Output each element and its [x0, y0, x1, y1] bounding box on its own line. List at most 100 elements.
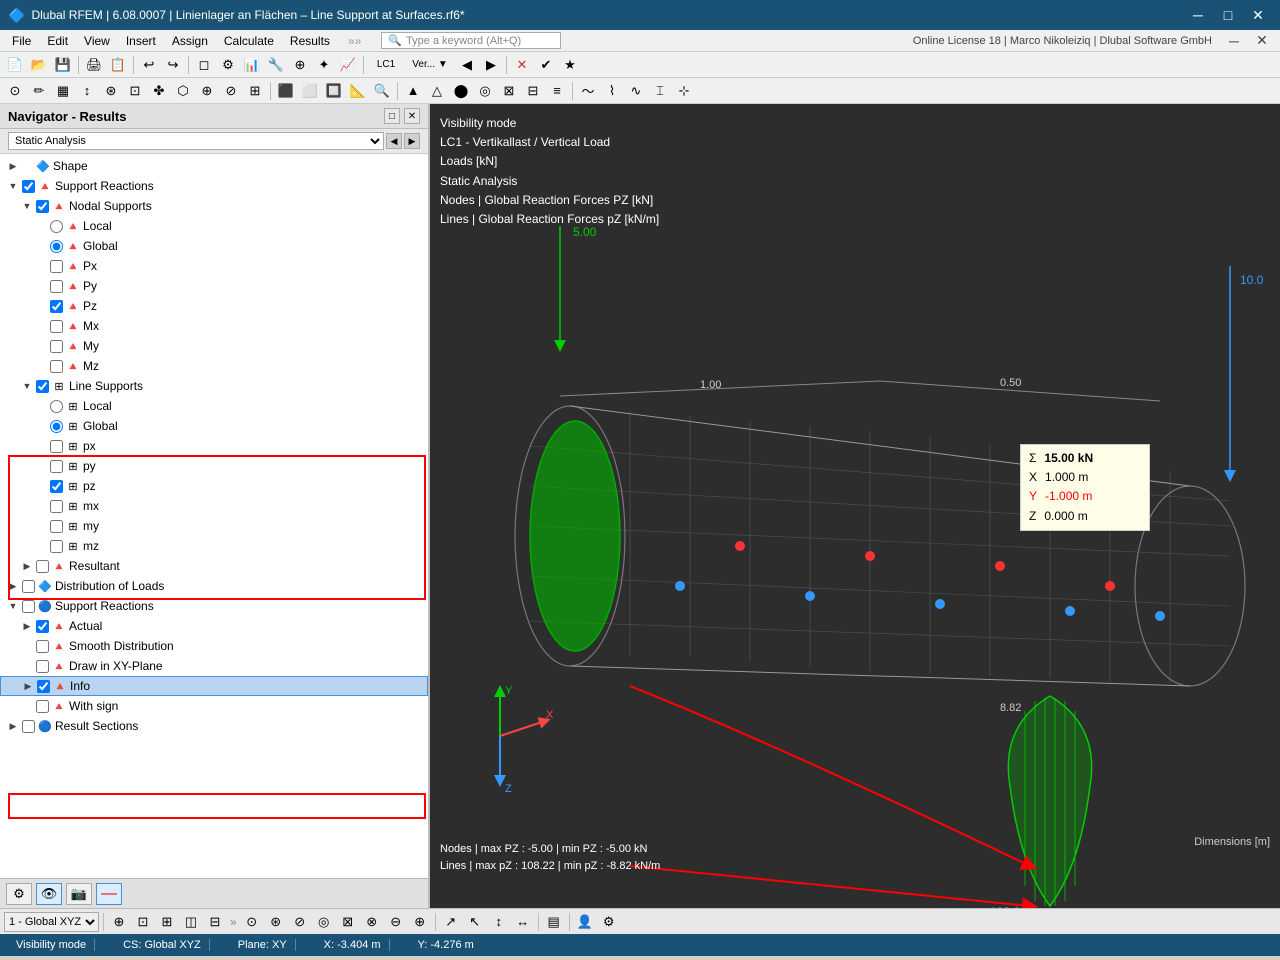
- tree-checkbox-27[interactable]: [36, 700, 49, 713]
- tree-radio-12[interactable]: [50, 400, 63, 413]
- btb9[interactable]: ◎: [313, 911, 335, 933]
- btb13[interactable]: ⊕: [409, 911, 431, 933]
- tree-item-22[interactable]: ▼🔵Support Reactions: [0, 596, 428, 616]
- wave5[interactable]: ⊹: [673, 80, 695, 102]
- tree-checkbox-21[interactable]: [22, 580, 35, 593]
- disp4[interactable]: ◎: [474, 80, 496, 102]
- disp5[interactable]: ⊠: [498, 80, 520, 102]
- snap4[interactable]: ↕: [76, 80, 98, 102]
- btb15[interactable]: ↖: [464, 911, 486, 933]
- snap1[interactable]: ⊙: [4, 80, 26, 102]
- tree-item-15[interactable]: ⊞py: [0, 456, 428, 476]
- view3[interactable]: 🔲: [323, 80, 345, 102]
- tree-checkbox-5[interactable]: [50, 260, 63, 273]
- btb3[interactable]: ⊞: [156, 911, 178, 933]
- nav-btn-eye[interactable]: 👁: [36, 883, 62, 905]
- nav-filter-select[interactable]: Static Analysis: [8, 132, 384, 150]
- snap6[interactable]: ⊡: [124, 80, 146, 102]
- tool1[interactable]: ◻: [193, 54, 215, 76]
- tree-checkbox-17[interactable]: [50, 500, 63, 513]
- btb10[interactable]: ⊠: [337, 911, 359, 933]
- tool5[interactable]: ⊕: [289, 54, 311, 76]
- snap9[interactable]: ⊕: [196, 80, 218, 102]
- disp6[interactable]: ⊟: [522, 80, 544, 102]
- view2[interactable]: ⬜: [299, 80, 321, 102]
- tree-expand-26[interactable]: ▶: [21, 679, 35, 693]
- tree-item-6[interactable]: 🔺Py: [0, 276, 428, 296]
- coord-select[interactable]: 1 - Global XYZ: [4, 912, 99, 932]
- tree-item-0[interactable]: ▶🔷Shape: [0, 156, 428, 176]
- disp1[interactable]: ▲: [402, 80, 424, 102]
- view1[interactable]: ⬛: [275, 80, 297, 102]
- tree-checkbox-20[interactable]: [36, 560, 49, 573]
- snap2[interactable]: ✏: [28, 80, 50, 102]
- tree-item-17[interactable]: ⊞mx: [0, 496, 428, 516]
- tree-expand-1[interactable]: ▼: [6, 179, 20, 193]
- nav-btn-settings[interactable]: ⚙: [6, 883, 32, 905]
- tree-checkbox-1[interactable]: [22, 180, 35, 193]
- tree-item-25[interactable]: 🔺Draw in XY-Plane: [0, 656, 428, 676]
- save-btn[interactable]: 💾: [52, 54, 74, 76]
- tree-radio-3[interactable]: [50, 220, 63, 233]
- view5[interactable]: 🔍: [371, 80, 393, 102]
- tree-item-12[interactable]: ⊞Local: [0, 396, 428, 416]
- maximize-button[interactable]: □: [1214, 4, 1242, 26]
- tree-checkbox-19[interactable]: [50, 540, 63, 553]
- print-btn[interactable]: 🖨: [83, 54, 105, 76]
- btb6[interactable]: ⊙: [241, 911, 263, 933]
- nav-filter-right[interactable]: ▶: [404, 133, 420, 149]
- tree-item-7[interactable]: 🔺Pz: [0, 296, 428, 316]
- tree-checkbox-11[interactable]: [36, 380, 49, 393]
- tree-item-16[interactable]: ⊞pz: [0, 476, 428, 496]
- btb16[interactable]: ↕: [488, 911, 510, 933]
- tree-item-10[interactable]: 🔺Mz: [0, 356, 428, 376]
- menu-file[interactable]: File: [4, 32, 39, 50]
- tree-checkbox-28[interactable]: [22, 720, 35, 733]
- tool7[interactable]: 📈: [337, 54, 359, 76]
- menu-calculate[interactable]: Calculate: [216, 32, 282, 50]
- tree-item-13[interactable]: ⊞Global: [0, 416, 428, 436]
- tree-checkbox-22[interactable]: [22, 600, 35, 613]
- tree-checkbox-8[interactable]: [50, 320, 63, 333]
- tree-checkbox-6[interactable]: [50, 280, 63, 293]
- tool3[interactable]: 📊: [241, 54, 263, 76]
- btb14[interactable]: ↗: [440, 911, 462, 933]
- menu-view[interactable]: View: [76, 32, 118, 50]
- tree-item-27[interactable]: 🔺With sign: [0, 696, 428, 716]
- nav-btn-camera[interactable]: 📷: [66, 883, 92, 905]
- tree-item-18[interactable]: ⊞my: [0, 516, 428, 536]
- tree-checkbox-24[interactable]: [36, 640, 49, 653]
- panel-close[interactable]: ✕: [1248, 30, 1276, 52]
- tree-expand-11[interactable]: ▼: [20, 379, 34, 393]
- redo-btn[interactable]: ↪: [162, 54, 184, 76]
- btb18[interactable]: ▤: [543, 911, 565, 933]
- minimize-button[interactable]: ─: [1184, 4, 1212, 26]
- tree-checkbox-10[interactable]: [50, 360, 63, 373]
- keyword-search[interactable]: 🔍 Type a keyword (Alt+Q): [381, 32, 561, 49]
- btb19[interactable]: 👤: [574, 911, 596, 933]
- tree-checkbox-14[interactable]: [50, 440, 63, 453]
- tree-item-11[interactable]: ▼⊞Line Supports: [0, 376, 428, 396]
- tree-expand-28[interactable]: ▶: [6, 719, 20, 733]
- open-btn[interactable]: 📂: [28, 54, 50, 76]
- tree-item-19[interactable]: ⊞mz: [0, 536, 428, 556]
- tree-item-2[interactable]: ▼🔺Nodal Supports: [0, 196, 428, 216]
- tool4[interactable]: 🔧: [265, 54, 287, 76]
- tree-expand-23[interactable]: ▶: [20, 619, 34, 633]
- tree-checkbox-15[interactable]: [50, 460, 63, 473]
- tree-item-28[interactable]: ▶🔵Result Sections: [0, 716, 428, 736]
- btb17[interactable]: ↔: [512, 911, 534, 933]
- next-btn[interactable]: ▶: [480, 54, 502, 76]
- new-btn[interactable]: 📄: [4, 54, 26, 76]
- copy-btn[interactable]: 📋: [107, 54, 129, 76]
- wave2[interactable]: ⌇: [601, 80, 623, 102]
- star-btn[interactable]: ★: [559, 54, 581, 76]
- tool2[interactable]: ⚙: [217, 54, 239, 76]
- btb12[interactable]: ⊖: [385, 911, 407, 933]
- tree-checkbox-16[interactable]: [50, 480, 63, 493]
- tree-checkbox-25[interactable]: [36, 660, 49, 673]
- tree-expand-20[interactable]: ▶: [20, 559, 34, 573]
- menu-insert[interactable]: Insert: [118, 32, 164, 50]
- menu-assign[interactable]: Assign: [164, 32, 216, 50]
- nav-btn-line[interactable]: —: [96, 883, 122, 905]
